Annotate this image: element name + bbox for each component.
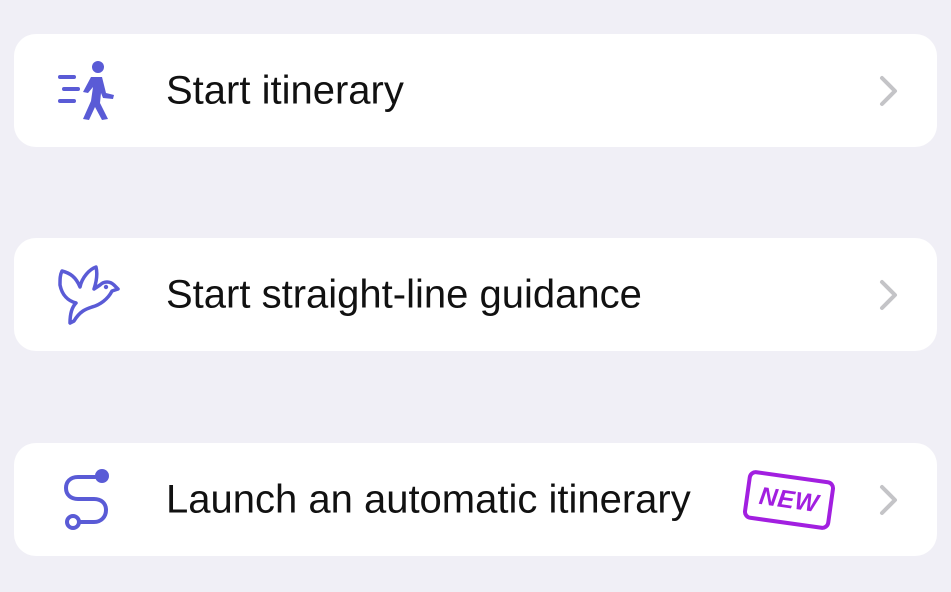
walking-person-icon (56, 59, 120, 123)
chevron-right-icon (880, 279, 897, 310)
chevron-right-icon (880, 75, 897, 106)
menu-item-label: Start itinerary (166, 68, 404, 112)
bird-icon (56, 263, 120, 327)
menu-item-straight-line-guidance[interactable]: Start straight-line guidance (14, 238, 937, 351)
menu-item-automatic-itinerary[interactable]: Launch an automatic itinerary NEW (14, 443, 937, 556)
menu-item-start-itinerary[interactable]: Start itinerary (14, 34, 937, 147)
menu-item-label: Start straight-line guidance (166, 272, 642, 316)
route-path-icon (56, 468, 120, 532)
new-badge: NEW (741, 468, 837, 531)
chevron-right-icon (880, 484, 897, 515)
menu-item-label: Launch an automatic itinerary (166, 477, 691, 521)
